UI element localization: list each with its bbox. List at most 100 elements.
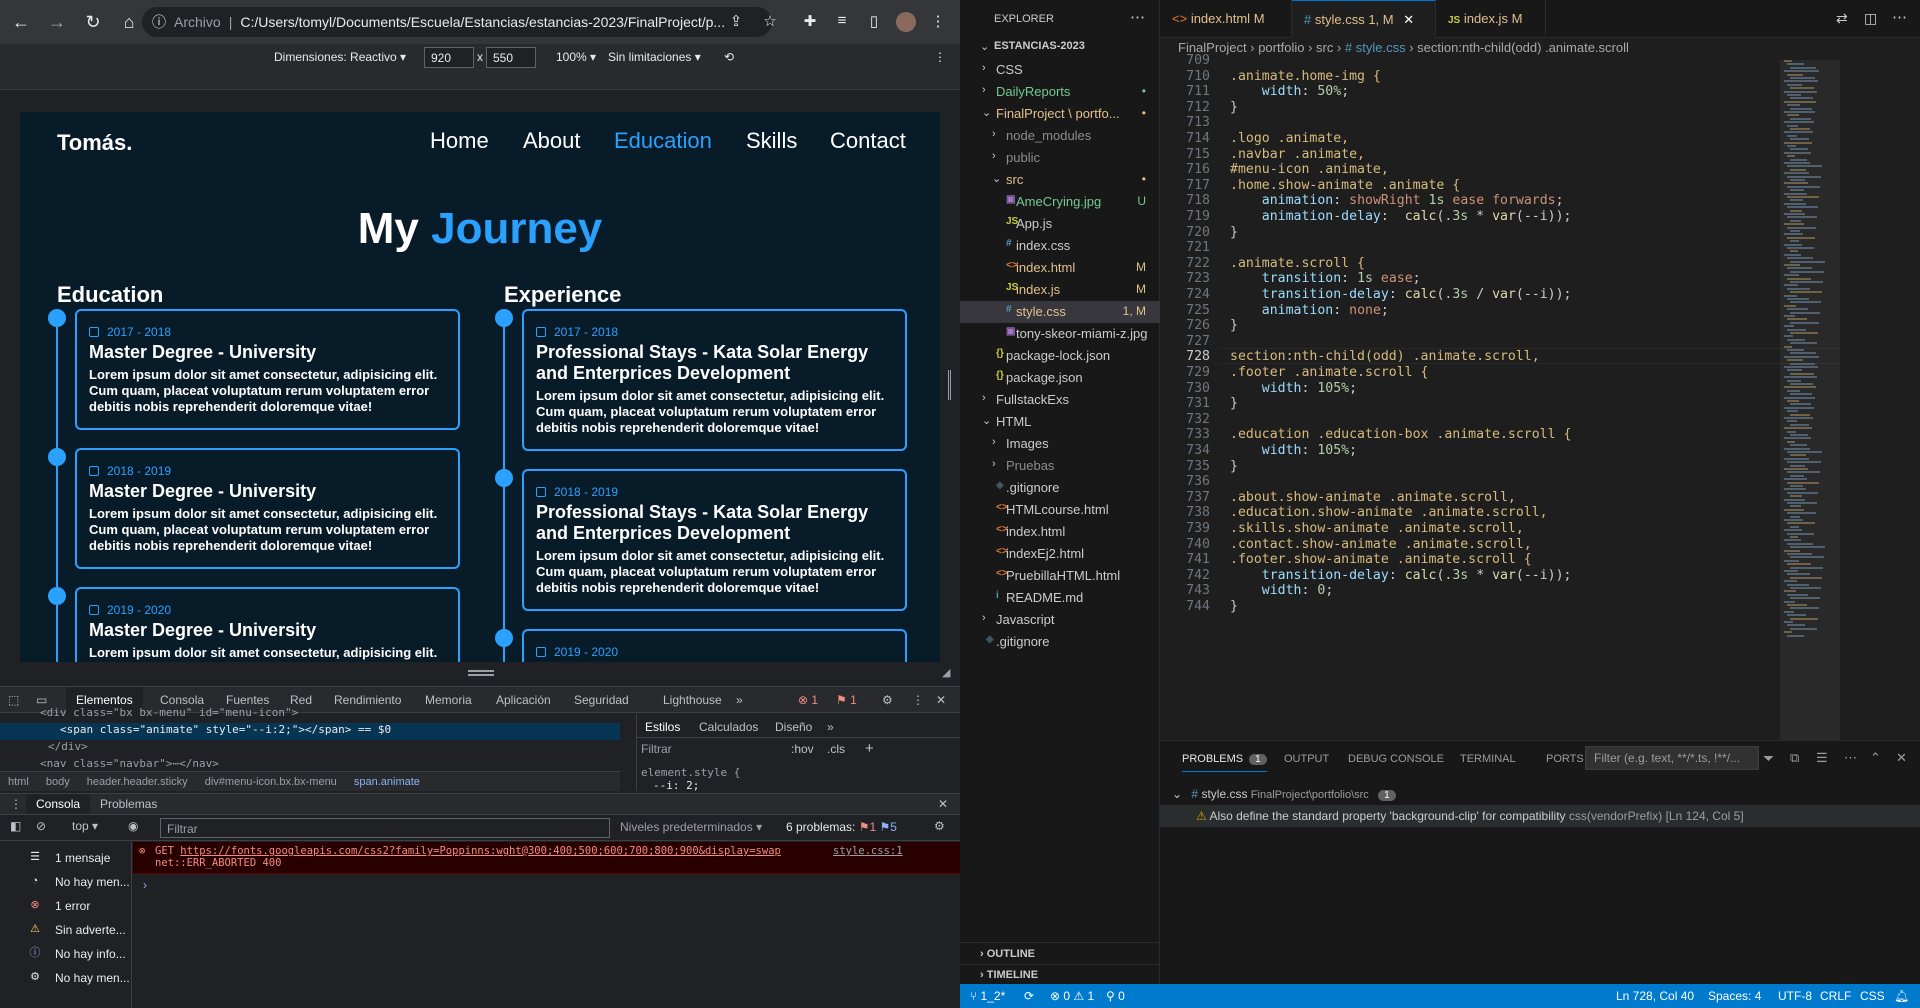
tree-item[interactable]: ⌄ FinalProject \ portfo... • (960, 103, 1160, 125)
tree-item[interactable]: ◆ .gitignore (960, 631, 1160, 653)
tab-styles[interactable]: Estilos (645, 720, 680, 734)
hov-toggle[interactable]: :hov (791, 742, 814, 756)
problem-row[interactable]: ⚠ Also define the standard property 'bac… (1160, 805, 1920, 827)
tab-sources[interactable]: Fuentes (226, 693, 269, 707)
crumb[interactable]: div#menu-icon.bx.bx-menu (205, 776, 337, 788)
split-editor-icon[interactable]: ◫ (1864, 10, 1877, 27)
editor-tab-style-css[interactable]: # style.css 1, M ✕ (1292, 0, 1436, 38)
nav-home[interactable]: Home (430, 128, 489, 154)
forward-icon[interactable]: → (42, 7, 72, 37)
side-messages[interactable]: ☰ 1 mensaje (0, 846, 132, 870)
panel-tab-debug-console[interactable]: DEBUG CONSOLE (1348, 753, 1444, 765)
error-url[interactable]: https://fonts.googleapis.com/css2?family… (180, 845, 781, 857)
tab-memory[interactable]: Memoria (425, 693, 472, 707)
rule-declaration[interactable]: --i: 2; (641, 779, 740, 792)
problems-indicator[interactable]: ⊗ 0 ⚠ 1 (1050, 989, 1094, 1003)
branch-indicator[interactable]: ⑂ 1_2* (970, 989, 1005, 1003)
ports-indicator[interactable]: ⚲ 0 (1106, 989, 1125, 1003)
filter-icon[interactable]: ⏷ (1763, 750, 1774, 767)
sync-icon[interactable]: ⟳ (1024, 989, 1034, 1003)
error-source-link[interactable]: style.css:1 (833, 845, 903, 857)
back-icon[interactable]: ← (6, 7, 36, 37)
dom-node[interactable]: <div class="bx bx-menu" id="menu-icon"> (0, 706, 620, 723)
collapse-all-icon[interactable]: ⧉ (1790, 750, 1799, 766)
tab-layout[interactable]: Diseño (775, 720, 812, 734)
rotate-icon[interactable]: ⟲ (724, 50, 734, 64)
tree-item[interactable]: # style.css 1, M (960, 301, 1160, 323)
add-rule-icon[interactable]: + (865, 740, 874, 757)
clear-console-icon[interactable]: ⊘ (36, 819, 46, 833)
minimap[interactable] (1780, 60, 1910, 740)
tree-item[interactable]: <> index.html (960, 521, 1160, 543)
editor-tab-index-js[interactable]: JS index.js M (1436, 0, 1546, 38)
tab-computed[interactable]: Calculados (699, 720, 758, 734)
encoding[interactable]: UTF-8 (1778, 989, 1812, 1003)
tree-item[interactable]: # index.css (960, 235, 1160, 257)
nav-education[interactable]: Education (614, 128, 712, 154)
zoom-select[interactable]: 100% ▾ (556, 50, 596, 64)
view-as-list-icon[interactable]: ☰ (1816, 750, 1828, 766)
reload-icon[interactable]: ↻ (78, 7, 108, 37)
close-drawer-icon[interactable]: ✕ (938, 797, 948, 811)
code-line[interactable]: animation-delay: calc(.3s * var(--i)); (1230, 209, 1572, 224)
site-logo[interactable]: Tomás. (57, 130, 132, 156)
crumb[interactable]: html (8, 776, 29, 788)
code-line[interactable]: .home.show-animate .animate { (1230, 178, 1460, 193)
code-line[interactable]: width: 105%; (1230, 443, 1357, 458)
close-devtools-icon[interactable]: ✕ (936, 693, 946, 707)
tab-performance[interactable]: Rendimiento (334, 693, 401, 707)
code-line[interactable]: transition: 1s ease; (1230, 271, 1421, 286)
tab-lighthouse[interactable]: Lighthouse (663, 693, 722, 707)
sidepanel-icon[interactable]: ▯ (864, 12, 884, 32)
panel-tab-output[interactable]: OUTPUT (1284, 753, 1329, 765)
share-icon[interactable]: ⇪ (726, 12, 746, 32)
tree-item[interactable]: {} package.json (960, 367, 1160, 389)
console-error-row[interactable]: ⊗ GET https://fonts.googleapis.com/css2?… (133, 842, 960, 874)
side-warnings[interactable]: ⚠ Sin adverte... (0, 918, 132, 942)
issue-counter[interactable]: ⚑ 1 (836, 693, 857, 707)
tree-item[interactable]: › CSS (960, 59, 1160, 81)
home-icon[interactable]: ⌂ (114, 7, 144, 37)
tree-item[interactable]: ◆ .gitignore (960, 477, 1160, 499)
tree-item[interactable]: › Pruebas (960, 455, 1160, 477)
more-tabs-icon[interactable]: » (827, 720, 834, 734)
crumb[interactable]: header.header.sticky (87, 776, 188, 788)
crumb[interactable]: # style.css (1345, 40, 1406, 55)
code-line[interactable]: } (1230, 599, 1238, 614)
minimap-viewport[interactable] (1780, 60, 1840, 740)
tree-item[interactable]: <> PruebillaHTML.html (960, 565, 1160, 587)
code-line[interactable]: } (1230, 396, 1238, 411)
tab-network[interactable]: Red (290, 693, 312, 707)
tree-item[interactable]: <> indexEj2.html (960, 543, 1160, 565)
device-mode-icon[interactable]: ▭ (36, 693, 47, 707)
throttle-select[interactable]: Sin limitaciones ▾ (608, 50, 701, 64)
nav-contact[interactable]: Contact (830, 128, 906, 154)
viewport-resize-handle-right[interactable] (940, 90, 960, 682)
drawer-menu-icon[interactable]: ⋮ (10, 797, 22, 811)
code-line[interactable]: #menu-icon .animate, (1230, 162, 1389, 177)
code-line[interactable]: .education.show-animate .animate.scroll, (1230, 505, 1548, 520)
nav-about[interactable]: About (523, 128, 581, 154)
tree-item[interactable]: ▣ tony-skeor-miami-z.jpg (960, 323, 1160, 345)
code-line[interactable]: .education .education-box .animate.scrol… (1230, 427, 1571, 442)
explorer-root[interactable]: ⌄ ESTANCIAS-2023 (960, 37, 1160, 59)
error-counter[interactable]: ⊗ 1 (798, 693, 818, 707)
drawer-tab-console[interactable]: Consola (26, 794, 91, 814)
tree-item[interactable]: <> index.html M (960, 257, 1160, 279)
code-line[interactable]: width: 0; (1230, 583, 1334, 598)
code-line[interactable]: } (1230, 225, 1238, 240)
editor-more-icon[interactable]: ⋯ (1892, 8, 1907, 26)
code-line[interactable]: width: 50%; (1230, 84, 1349, 99)
tree-item[interactable]: {} package-lock.json (960, 345, 1160, 367)
info-icon[interactable]: ⓘ (152, 12, 166, 32)
tree-item[interactable]: › DailyReports • (960, 81, 1160, 103)
indentation[interactable]: Spaces: 4 (1708, 989, 1761, 1003)
viewport-width-input[interactable]: 920 (424, 47, 474, 68)
address-bar[interactable]: ⓘ Archivo | C:/Users/tomyl/Documents/Esc… (142, 7, 772, 37)
crumb[interactable]: section:nth-child(odd) .animate.scroll (1417, 40, 1629, 55)
crumb-selected[interactable]: span.animate (354, 776, 420, 788)
crumb[interactable]: src (1316, 40, 1333, 55)
tree-item[interactable]: JS App.js (960, 213, 1160, 235)
side-info[interactable]: ⓘ No hay info... (0, 942, 132, 966)
tree-item[interactable]: ⌄ HTML (960, 411, 1160, 433)
